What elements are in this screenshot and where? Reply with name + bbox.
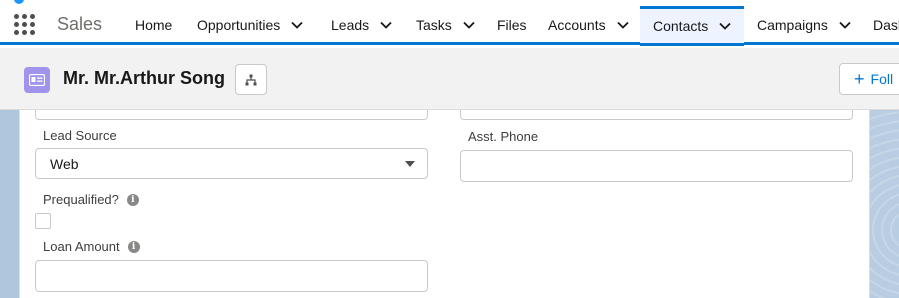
loan-amount-label: Loan Amount i: [43, 239, 140, 254]
asst-phone-label-text: Asst. Phone: [468, 129, 539, 144]
nav-item-accounts[interactable]: Accounts: [548, 8, 630, 42]
lead-source-label-text: Lead Source: [43, 128, 117, 143]
asst-phone-label: Asst. Phone: [468, 129, 538, 144]
previous-field-input[interactable]: [460, 110, 853, 120]
caret-down-icon: [405, 161, 415, 167]
previous-field-input[interactable]: [35, 110, 428, 120]
nav-item-label: Home: [135, 17, 173, 33]
nav-item-dashboards[interactable]: Dash: [873, 8, 899, 42]
chevron-down-icon[interactable]: [718, 19, 732, 33]
hierarchy-button[interactable]: [235, 64, 267, 95]
asst-phone-field[interactable]: [460, 150, 853, 182]
nav-item-files[interactable]: Files: [497, 8, 527, 42]
record-header: Mr. Mr.Arthur Song + Foll: [0, 48, 899, 110]
global-nav: Sales Home Opportunities Leads Tasks Fil…: [0, 0, 899, 46]
plus-icon: +: [854, 69, 865, 89]
record-detail-form: Lead Source Web Asst. Phone Prequalified…: [19, 110, 870, 298]
chevron-down-icon[interactable]: [462, 18, 476, 32]
page-background: [870, 110, 899, 298]
nav-item-contacts[interactable]: Contacts: [640, 6, 744, 46]
chevron-down-icon[interactable]: [379, 18, 393, 32]
follow-button-label: Foll: [870, 71, 894, 87]
page-background: [0, 110, 19, 298]
nav-item-label: Opportunities: [197, 17, 281, 33]
record-title: Mr. Mr.Arthur Song: [63, 68, 225, 88]
nav-item-campaigns[interactable]: Campaigns: [757, 8, 852, 42]
nav-item-label: Accounts: [548, 17, 606, 33]
salesforce-logo: [14, 0, 24, 4]
app-name: Sales: [57, 14, 103, 34]
nav-item-label: Campaigns: [757, 17, 828, 33]
contact-card-icon: [24, 67, 50, 93]
follow-button[interactable]: + Foll: [839, 63, 899, 95]
chevron-down-icon[interactable]: [838, 18, 852, 32]
loan-amount-field[interactable]: [35, 260, 428, 292]
prequalified-label: Prequalified? i: [43, 192, 139, 207]
chevron-down-icon[interactable]: [290, 18, 304, 32]
app-launcher-icon[interactable]: [14, 14, 36, 36]
chevron-down-icon[interactable]: [616, 18, 630, 32]
lead-source-select[interactable]: Web: [35, 148, 428, 179]
nav-item-home[interactable]: Home: [135, 8, 172, 42]
lead-source-label: Lead Source: [43, 128, 117, 143]
nav-item-tasks[interactable]: Tasks: [416, 8, 476, 42]
lead-source-value: Web: [50, 155, 79, 172]
hierarchy-icon: [245, 74, 257, 85]
prequalified-label-text: Prequalified?: [43, 192, 119, 207]
nav-item-label: Contacts: [653, 18, 709, 34]
nav-item-label: Files: [497, 17, 527, 33]
prequalified-checkbox[interactable]: [35, 213, 51, 229]
loan-amount-label-text: Loan Amount: [43, 239, 120, 254]
info-icon[interactable]: i: [126, 193, 139, 206]
nav-item-label: Dash: [873, 17, 899, 33]
nav-item-opportunities[interactable]: Opportunities: [197, 8, 304, 42]
nav-item-label: Leads: [331, 17, 370, 33]
nav-item-label: Tasks: [416, 17, 452, 33]
nav-item-leads[interactable]: Leads: [331, 8, 393, 42]
info-icon[interactable]: i: [127, 240, 140, 253]
